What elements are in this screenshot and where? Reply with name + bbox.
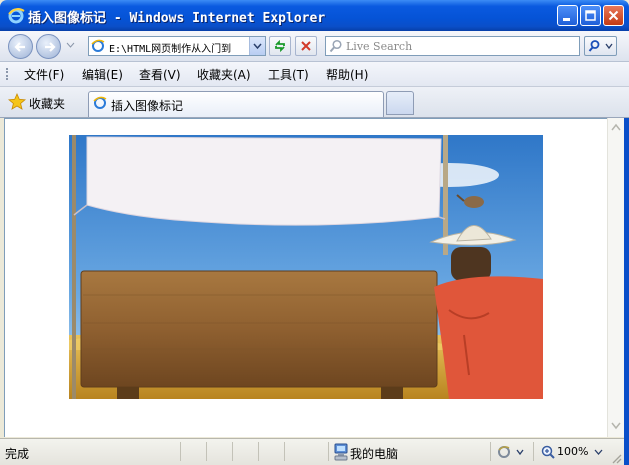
window-title: 插入图像标记 - Windows Internet Explorer: [28, 11, 326, 26]
status-divider: [490, 442, 491, 461]
search-icon: [329, 39, 342, 53]
status-divider: [232, 442, 233, 461]
resize-grip-icon[interactable]: [610, 452, 622, 464]
search-field[interactable]: [325, 36, 580, 56]
address-toolbar: E:\HTML网页制作从入门到: [0, 31, 629, 62]
close-icon: [608, 10, 619, 21]
maximize-icon: [585, 10, 596, 21]
scene-drawing: [69, 135, 543, 399]
computer-zone-icon: [334, 443, 348, 461]
back-button[interactable]: [8, 34, 33, 59]
stop-icon: [301, 41, 311, 51]
status-divider: [284, 442, 285, 461]
star-icon: [8, 93, 26, 110]
scroll-down-icon[interactable]: [609, 418, 623, 433]
history-dropdown-icon[interactable]: [66, 42, 75, 48]
toolbar-grip[interactable]: [6, 68, 10, 80]
address-url: E:\HTML网页制作从入门到: [109, 44, 232, 55]
magnifier-icon: [588, 40, 613, 52]
menu-file[interactable]: 文件(F): [24, 66, 64, 83]
menu-help[interactable]: 帮助(H): [326, 66, 368, 83]
tab-bar: 收藏夹 插入图像标记: [0, 87, 629, 118]
minimize-icon: [563, 18, 570, 21]
ie-window: 插入图像标记 - Windows Internet Explorer E:\HT…: [0, 0, 629, 465]
close-button[interactable]: [603, 5, 624, 26]
zoom-level[interactable]: 100%: [557, 445, 588, 458]
page-icon: [91, 39, 105, 52]
refresh-button[interactable]: [269, 36, 291, 56]
ie-logo-icon: [8, 8, 25, 24]
favorites-label: 收藏夹: [29, 97, 66, 111]
title-bar[interactable]: 插入图像标记 - Windows Internet Explorer: [0, 0, 629, 31]
status-divider: [328, 442, 329, 461]
back-arrow-icon: [14, 42, 25, 52]
maximize-button[interactable]: [580, 5, 601, 26]
status-divider: [533, 442, 534, 461]
scarecrow-signboard-image: [69, 135, 543, 399]
search-go-button[interactable]: [584, 36, 617, 56]
address-field[interactable]: E:\HTML网页制作从入门到: [88, 36, 266, 56]
search-input[interactable]: [346, 39, 574, 53]
menu-bar: 文件(F) 编辑(E) 查看(V) 收藏夹(A) 工具(T) 帮助(H): [0, 62, 629, 87]
menu-favorites[interactable]: 收藏夹(A): [197, 66, 251, 83]
minimize-button[interactable]: [557, 5, 578, 26]
stop-button[interactable]: [295, 36, 317, 56]
tab-label: 插入图像标记: [111, 99, 184, 113]
zoom-dropdown-icon[interactable]: [594, 449, 603, 455]
status-text: 完成: [5, 447, 30, 461]
status-divider: [180, 442, 181, 461]
vertical-scrollbar[interactable]: [607, 118, 624, 437]
ie-page-icon: [93, 96, 107, 109]
scroll-up-icon[interactable]: [609, 120, 623, 135]
forward-button[interactable]: [36, 34, 61, 59]
menu-view[interactable]: 查看(V): [139, 66, 181, 83]
address-dropdown-button[interactable]: [249, 37, 265, 55]
chevron-down-icon: [253, 43, 262, 50]
new-tab-button[interactable]: [386, 91, 414, 115]
status-bar: 完成 我的电脑 100%: [0, 438, 624, 465]
security-zone-label: 我的电脑: [350, 447, 399, 461]
forward-arrow-icon: [45, 42, 56, 52]
menu-edit[interactable]: 编辑(E): [82, 66, 123, 83]
refresh-icon: [275, 39, 285, 53]
tab-active[interactable]: 插入图像标记: [88, 91, 384, 117]
menu-tools[interactable]: 工具(T): [268, 66, 309, 83]
protected-mode-icon[interactable]: [497, 444, 527, 460]
zoom-icon[interactable]: [540, 444, 556, 460]
status-divider: [258, 442, 259, 461]
status-divider: [206, 442, 207, 461]
